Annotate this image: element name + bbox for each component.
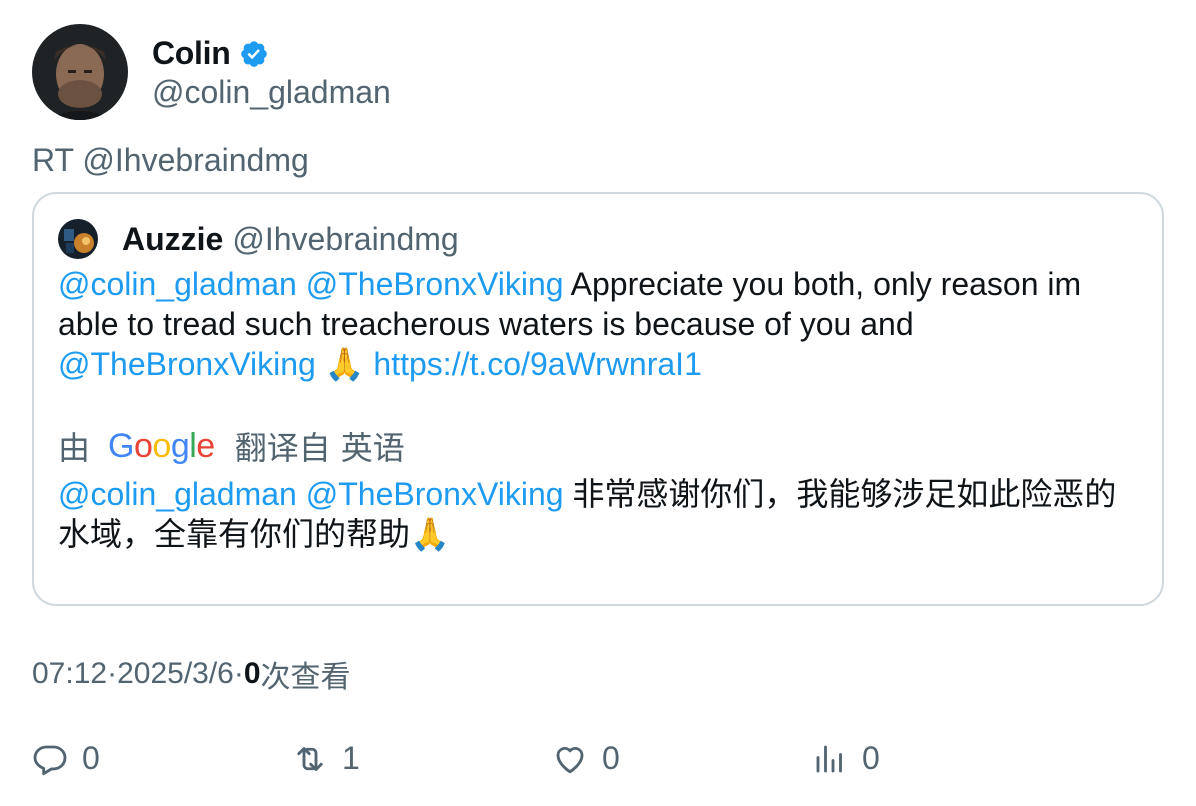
- views-label: 次查看: [260, 661, 351, 694]
- mention-link[interactable]: @TheBronxViking: [306, 266, 564, 302]
- author-avatar[interactable]: [32, 24, 128, 120]
- pray-emoji: 🙏: [315, 346, 374, 382]
- mention-link[interactable]: @TheBronxViking: [58, 346, 316, 382]
- google-logo: Google: [108, 426, 215, 465]
- author-display-name[interactable]: Colin: [152, 35, 231, 72]
- retweet-button[interactable]: 1: [292, 740, 360, 777]
- translate-language: 英语: [340, 430, 405, 466]
- action-bar: 0 1 0 0: [32, 740, 1164, 780]
- author-handle[interactable]: @colin_gladman: [152, 74, 391, 111]
- quoted-display-name[interactable]: Auzzie: [122, 221, 223, 258]
- verified-badge-icon: [239, 39, 269, 69]
- mention-link[interactable]: @colin_gladman: [58, 266, 297, 302]
- tweet-meta: 07:12 · 2025/3/6 · 0 次查看: [32, 652, 351, 696]
- heart-icon: [556, 746, 584, 773]
- meta-separator: ·: [233, 657, 244, 690]
- like-count: 0: [602, 740, 620, 776]
- quoted-tweet-card[interactable]: Auzzie @Ihvebraindmg @colin_gladman @The…: [32, 192, 1164, 606]
- translation-attribution: 由 Google 翻译自 英语: [58, 426, 405, 467]
- url-link[interactable]: https://t.co/9aWrwnraI1: [373, 346, 701, 382]
- translate-prefix: 由: [58, 430, 91, 466]
- mention-link[interactable]: @TheBronxViking: [306, 476, 564, 512]
- views-action-count: 0: [862, 740, 880, 776]
- views-button[interactable]: 0: [812, 740, 880, 777]
- mention-link[interactable]: @colin_gladman: [58, 476, 297, 512]
- reply-count: 0: [82, 740, 100, 776]
- reply-icon: [33, 745, 67, 775]
- translated-text: @colin_gladman @TheBronxViking 非常感谢你们，我能…: [58, 474, 1148, 554]
- views-count: 0: [243, 657, 261, 690]
- tweet-time[interactable]: 07:12: [32, 657, 107, 691]
- analytics-icon: [816, 745, 842, 772]
- retweet-count: 1: [342, 740, 360, 776]
- retweet-icon: [297, 746, 323, 771]
- quoted-tweet-text: @colin_gladman @TheBronxViking Appreciat…: [58, 264, 1148, 384]
- like-button[interactable]: 0: [552, 740, 620, 777]
- reply-button[interactable]: 0: [32, 740, 100, 777]
- meta-separator: ·: [107, 657, 118, 690]
- quoted-handle[interactable]: @Ihvebraindmg: [232, 221, 458, 258]
- tweet-date[interactable]: 2025/3/6: [117, 657, 234, 691]
- translate-suffix: 翻译自: [234, 430, 331, 466]
- quoted-author-avatar[interactable]: [58, 219, 98, 259]
- tweet-header: Colin @colin_gladman: [32, 24, 391, 120]
- retweet-text: RT @Ihvebraindmg: [32, 142, 309, 178]
